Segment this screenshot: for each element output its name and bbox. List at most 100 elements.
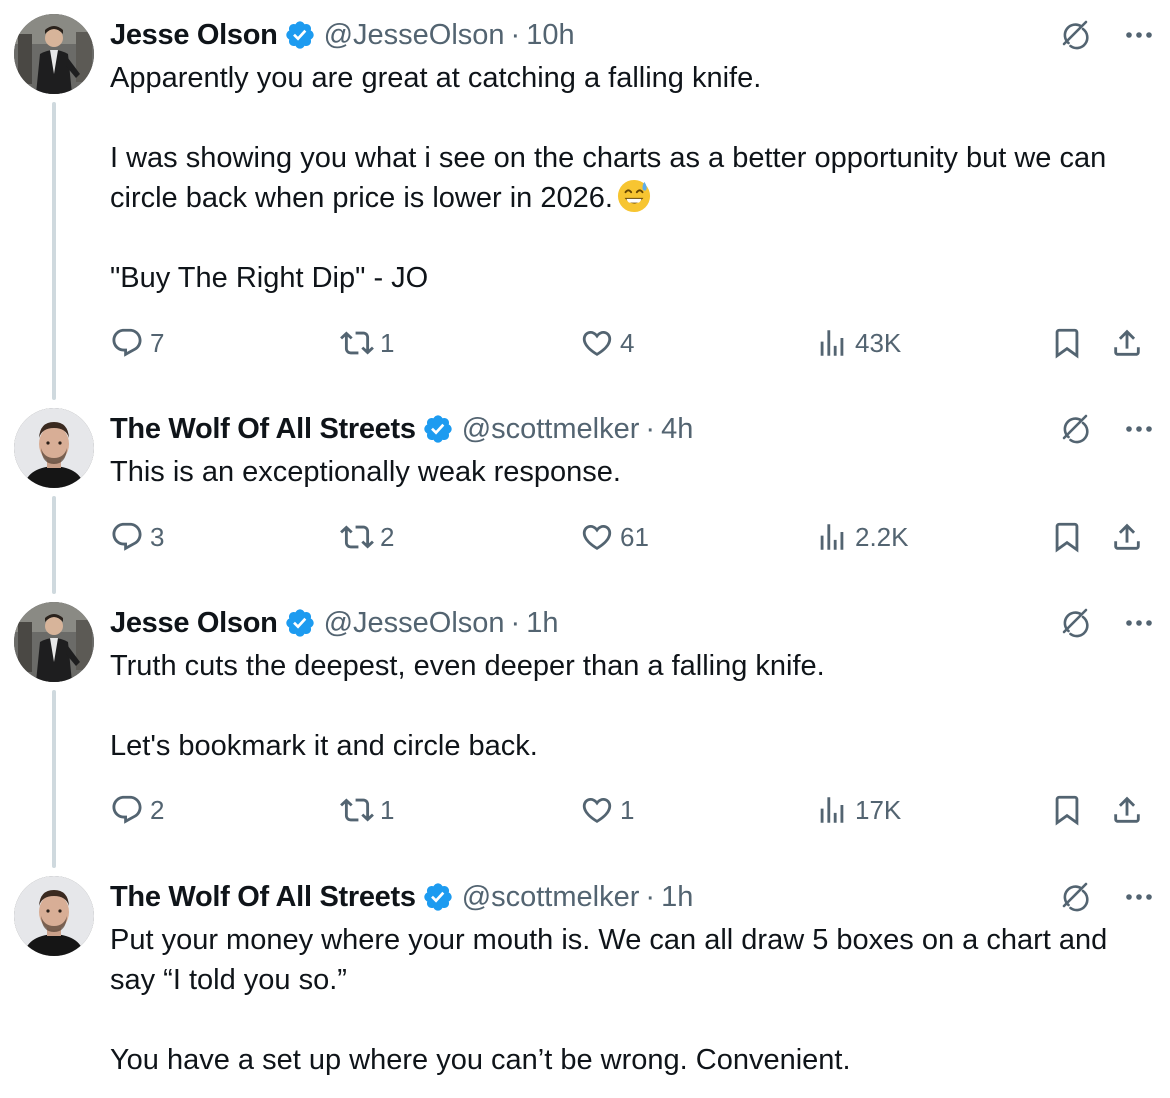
tweet-text: Truth cuts the deepest, even deeper than… (110, 646, 1140, 766)
more-icon[interactable] (1124, 30, 1154, 40)
verified-badge-icon (284, 607, 316, 639)
tweet-paragraph: You have a set up where you can’t be wro… (110, 1044, 851, 1076)
repost-icon (340, 520, 374, 554)
share-button[interactable] (1110, 323, 1144, 363)
share-icon (1110, 520, 1144, 554)
tweet-paragraph: This is an exceptionally weak response. (110, 456, 621, 488)
views-button[interactable]: 43K (815, 323, 901, 363)
tweet-paragraph: "Buy The Right Dip" - JO (110, 262, 429, 294)
tweet-paragraph: Truth cuts the deepest, even deeper than… (110, 650, 825, 682)
views-count: 43K (855, 327, 902, 358)
separator: · (510, 19, 521, 51)
display-name[interactable]: Jesse Olson (110, 16, 278, 54)
more-icon[interactable] (1124, 892, 1154, 902)
avatar[interactable] (14, 602, 94, 682)
views-count: 17K (855, 794, 902, 825)
tweet-header: Jesse Olson @JesseOlson · 10h (110, 16, 575, 54)
views-icon (815, 326, 849, 360)
grok-icon[interactable] (1058, 412, 1092, 446)
display-name[interactable]: Jesse Olson (110, 604, 278, 642)
timestamp[interactable]: 1h (526, 604, 558, 642)
verified-badge-icon (284, 19, 316, 51)
repost-count: 1 (380, 794, 395, 825)
share-button[interactable] (1110, 517, 1144, 557)
tweet-header: The Wolf Of All Streets @scottmelker · 1… (110, 878, 693, 916)
user-handle[interactable]: @JesseOlson (324, 16, 505, 54)
like-count: 61 (620, 521, 649, 552)
tweet-paragraph: I was showing you what i see on the char… (110, 138, 1140, 218)
separator: · (510, 607, 521, 639)
timestamp[interactable]: 10h (526, 16, 574, 54)
more-icon[interactable] (1124, 618, 1154, 628)
bookmark-icon (1050, 793, 1084, 827)
repost-count: 2 (380, 521, 395, 552)
avatar[interactable] (14, 14, 94, 94)
tweet-paragraph: Put your money where your mouth is. We c… (110, 924, 1108, 996)
display-name[interactable]: The Wolf Of All Streets (110, 410, 416, 448)
tweet-text: Put your money where your mouth is. We c… (110, 920, 1140, 1080)
like-button[interactable]: 4 (580, 323, 634, 363)
repost-icon (340, 326, 374, 360)
thread-line (52, 102, 56, 400)
views-button[interactable]: 17K (815, 790, 901, 830)
more-icon[interactable] (1124, 424, 1154, 434)
grok-icon[interactable] (1058, 18, 1092, 52)
repost-count: 1 (380, 327, 395, 358)
timestamp[interactable]: 4h (661, 410, 693, 448)
reply-count: 7 (150, 327, 165, 358)
thread-line (52, 496, 56, 594)
tweet-text: Apparently you are great at catching a f… (110, 58, 1140, 298)
reply-button[interactable]: 2 (110, 790, 164, 830)
reply-icon (110, 520, 144, 554)
user-handle[interactable]: @scottmelker (462, 410, 640, 448)
separator: · (645, 881, 656, 913)
reply-icon (110, 326, 144, 360)
tweet-header: The Wolf Of All Streets @scottmelker · 4… (110, 410, 693, 448)
repost-icon (340, 793, 374, 827)
bookmark-icon (1050, 520, 1084, 554)
action-bar: 7 1 4 43K (110, 323, 1150, 363)
reply-count: 3 (150, 521, 165, 552)
tweet-paragraph: Apparently you are great at catching a f… (110, 62, 762, 94)
reply-icon (110, 793, 144, 827)
like-button[interactable]: 1 (580, 790, 634, 830)
reply-count: 2 (150, 794, 165, 825)
like-icon (580, 793, 614, 827)
like-icon (580, 326, 614, 360)
bookmark-button[interactable] (1050, 517, 1084, 557)
repost-button[interactable]: 1 (340, 790, 394, 830)
reply-button[interactable]: 3 (110, 517, 164, 557)
avatar[interactable] (14, 408, 94, 488)
tweet-header: Jesse Olson @JesseOlson · 1h (110, 604, 558, 642)
like-count: 4 (620, 327, 635, 358)
separator: · (645, 413, 656, 445)
user-handle[interactable]: @JesseOlson (324, 604, 505, 642)
share-icon (1110, 326, 1144, 360)
avatar[interactable] (14, 876, 94, 956)
like-count: 1 (620, 794, 635, 825)
like-icon (580, 520, 614, 554)
bookmark-button[interactable] (1050, 323, 1084, 363)
thread-line (52, 690, 56, 868)
tweet-text: This is an exceptionally weak response. (110, 452, 1140, 492)
bookmark-icon (1050, 326, 1084, 360)
repost-button[interactable]: 1 (340, 323, 394, 363)
action-bar: 2 1 1 17K (110, 790, 1150, 830)
views-icon (815, 520, 849, 554)
views-icon (815, 793, 849, 827)
reply-button[interactable]: 7 (110, 323, 164, 363)
grok-icon[interactable] (1058, 880, 1092, 914)
repost-button[interactable]: 2 (340, 517, 394, 557)
tweet-paragraph: Let's bookmark it and circle back. (110, 730, 538, 762)
timestamp[interactable]: 1h (661, 878, 693, 916)
display-name[interactable]: The Wolf Of All Streets (110, 878, 416, 916)
user-handle[interactable]: @scottmelker (462, 878, 640, 916)
views-button[interactable]: 2.2K (815, 517, 909, 557)
bookmark-button[interactable] (1050, 790, 1084, 830)
grok-icon[interactable] (1058, 606, 1092, 640)
share-button[interactable] (1110, 790, 1144, 830)
action-bar: 3 2 61 2.2K (110, 517, 1150, 557)
like-button[interactable]: 61 (580, 517, 649, 557)
share-icon (1110, 793, 1144, 827)
views-count: 2.2K (855, 521, 909, 552)
